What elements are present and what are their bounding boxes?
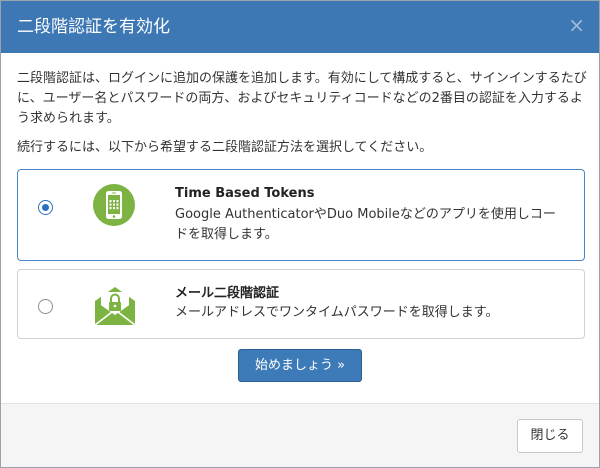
dialog-header: 二段階認証を有効化 × [1,1,599,53]
option-email-2fa[interactable]: メール二段階認証 メールアドレスでワンタイムパスワードを取得します。 [17,269,585,339]
mail-lock-icon [92,283,138,327]
radio-email-2fa[interactable] [38,299,53,314]
mobile-phone-icon [93,184,135,226]
option-title: メール二段階認証 [175,286,280,301]
radio-time-based-tokens[interactable] [38,200,53,215]
get-started-button[interactable]: 始めましょう » [238,349,362,382]
method-prompt: 続行するには、以下から希望する二段階認証方法を選択してください。 [17,140,433,155]
enable-2fa-dialog: 二段階認証を有効化 × 二段階認証は、ログインに追加の保護を追加します。有効にし… [0,0,600,468]
option-title: Time Based Tokens [175,186,315,201]
option-time-based-tokens[interactable]: Time Based Tokens Google AuthenticatorやD… [17,169,585,261]
dialog-footer: 閉じる [1,403,599,467]
close-button[interactable]: 閉じる [517,419,583,453]
dialog-title: 二段階認証を有効化 [17,17,170,37]
close-icon[interactable]: × [568,14,585,36]
option-description: Google AuthenticatorやDuo Mobileなどのアプリを使用… [175,207,556,242]
intro-text: 二段階認証は、ログインに追加の保護を追加します。有効にして構成すると、サインイン… [17,71,587,126]
option-description: メールアドレスでワンタイムパスワードを取得します。 [175,305,499,320]
